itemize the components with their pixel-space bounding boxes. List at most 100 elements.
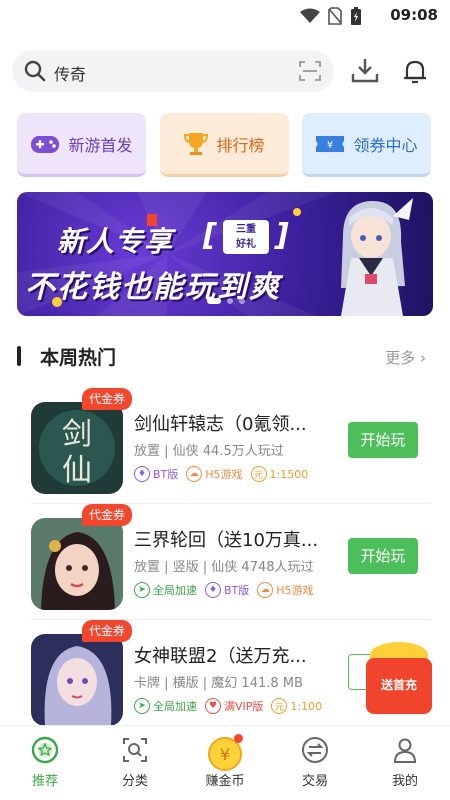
ranking-button[interactable]: 排行榜 [160,113,289,177]
cloud-icon: ☁ [186,466,203,482]
ranking-label: 排行榜 [216,135,265,155]
game-icon-nvshen [31,634,123,726]
category-search-icon [123,738,147,762]
game-row[interactable]: 代金券 三界轮回（送10万真... 放置 | 竖版 | 仙侠 4748人玩过 ➤… [0,504,450,620]
notification-dot [234,734,243,743]
game-title: 女神联盟2（送万充... [134,646,307,667]
new-games-button[interactable]: 新游首发 [17,113,146,177]
bell-icon[interactable] [400,56,430,86]
nav-trade[interactable]: 交易 [270,726,360,800]
tag-label: 全局加速 [153,700,197,713]
tag-exchange-rate: 元 1:1500 [250,466,309,482]
banner-dot [227,298,233,304]
new-games-label: 新游首发 [68,135,133,155]
banner-pagination [207,298,245,304]
ticket-icon: ¥ [316,135,345,152]
tag-bt-version: ♦ BT版 [205,582,249,598]
tag-h5-game: ☁ H5游戏 [257,582,314,598]
tag-h5-game: ☁ H5游戏 [186,466,243,482]
battery-icon [351,7,361,25]
game-row[interactable]: 剑 仙 代金券 剑仙轩辕志（0氪领... 放置 | 仙侠 44.5万人玩过 ♦ B… [0,388,450,504]
tag-global-speedup: ➤ 全局加速 [134,698,197,714]
banner-tag-line2: 好礼 [236,239,256,250]
bottom-nav: 推荐 分类 ¥ 赚金币 交易 我的 [0,725,450,800]
search-input[interactable]: 传奇 [12,50,334,92]
nav-earn-coins[interactable]: ¥ 赚金币 [180,726,270,800]
star-circle-icon [31,736,59,764]
nav-recommend[interactable]: 推荐 [0,726,90,800]
more-label: 更多 [385,349,416,367]
svg-text:剑: 剑 [62,417,92,452]
tag-exchange-rate: 元 1:100 [271,698,322,714]
yuan-icon: 元 [250,466,267,482]
voucher-badge: 代金券 [82,620,133,642]
yuan-icon: 元 [271,698,288,714]
nav-label: 分类 [121,774,148,789]
banner-bracket-left: [ [203,218,217,253]
no-sim-icon [328,7,342,25]
voucher-badge: 代金券 [82,388,133,410]
nav-label: 赚金币 [205,774,245,789]
banner-tag-line1: 三重 [236,224,256,235]
nav-label: 推荐 [31,774,58,789]
search-icon [24,60,46,82]
anime-character-illustration [341,198,413,316]
first-recharge-label: 送首充 [380,678,417,692]
tag-label: 满VIP版 [224,700,264,713]
download-icon[interactable] [350,56,380,86]
game-icon-jianxian: 剑 仙 [31,402,123,494]
voucher-badge: 代金券 [82,504,133,526]
scan-icon[interactable] [298,60,322,82]
game-meta: 放置 | 竖版 | 仙侠 4748人玩过 [134,560,314,575]
start-play-button[interactable]: 开始玩 [348,422,418,458]
status-bar: 09:08 [0,0,450,32]
tag-label: 1:1500 [269,467,309,481]
banner-bracket-right: ] [275,218,289,253]
wifi-icon [300,8,320,23]
flame-icon: ♦ [205,582,221,598]
tag-full-vip: ♥ 满VIP版 [205,698,263,714]
game-meta: 放置 | 仙侠 44.5万人玩过 [134,444,284,459]
game-tags: ➤ 全局加速 ♥ 满VIP版 元 1:100 [134,698,322,714]
banner-headline: 新人专享 [57,225,174,258]
user-icon [393,738,417,763]
more-link[interactable]: 更多 › [385,347,426,368]
gamepad-icon [31,135,60,153]
trophy-icon [184,132,209,155]
cloud-icon: ☁ [257,582,274,598]
banner-dot [239,298,245,304]
coupon-center-label: 领券中心 [353,135,418,155]
tag-label: H5游戏 [205,468,243,481]
game-tags: ♦ BT版 ☁ H5游戏 元 1:1500 [134,466,308,482]
game-title: 三界轮回（送10万真... [134,530,319,551]
tag-label: BT版 [224,584,250,597]
chevron-right-icon: › [420,349,426,367]
first-recharge-promo[interactable]: 送首充 [366,642,432,714]
banner-gift-tag: 三重 好礼 [223,220,269,254]
svg-text:¥: ¥ [220,745,230,764]
flame-icon: ♦ [134,466,150,482]
tag-label: 全局加速 [153,584,197,597]
rocket-icon: ➤ [134,698,150,714]
game-title: 剑仙轩辕志（0氪领... [134,414,307,435]
search-placeholder: 传奇 [54,65,87,84]
nav-label: 交易 [301,774,328,789]
promo-banner[interactable]: 新人专享 [ 三重 好礼 ] 不花钱也能玩到爽 [17,192,433,316]
clock: 09:08 [390,6,438,24]
tag-label: 1:100 [290,699,323,713]
svg-text:¥: ¥ [327,140,333,151]
nav-profile[interactable]: 我的 [360,726,450,800]
nav-category[interactable]: 分类 [90,726,180,800]
exchange-icon [302,737,328,763]
coupon-center-button[interactable]: ¥ 领券中心 [302,113,431,177]
game-tags: ➤ 全局加速 ♦ BT版 ☁ H5游戏 [134,582,314,598]
game-icon-sanjie [31,518,123,610]
nav-label: 我的 [391,774,418,789]
vip-icon: ♥ [205,698,221,714]
start-play-button[interactable]: 开始玩 [348,538,418,574]
svg-text:仙: 仙 [62,453,92,488]
game-meta: 卡牌 | 横版 | 魔幻 141.8 MB [134,676,303,691]
tag-label: BT版 [153,468,179,481]
section-accent-bar [17,346,21,366]
banner-dot-active [207,298,221,304]
